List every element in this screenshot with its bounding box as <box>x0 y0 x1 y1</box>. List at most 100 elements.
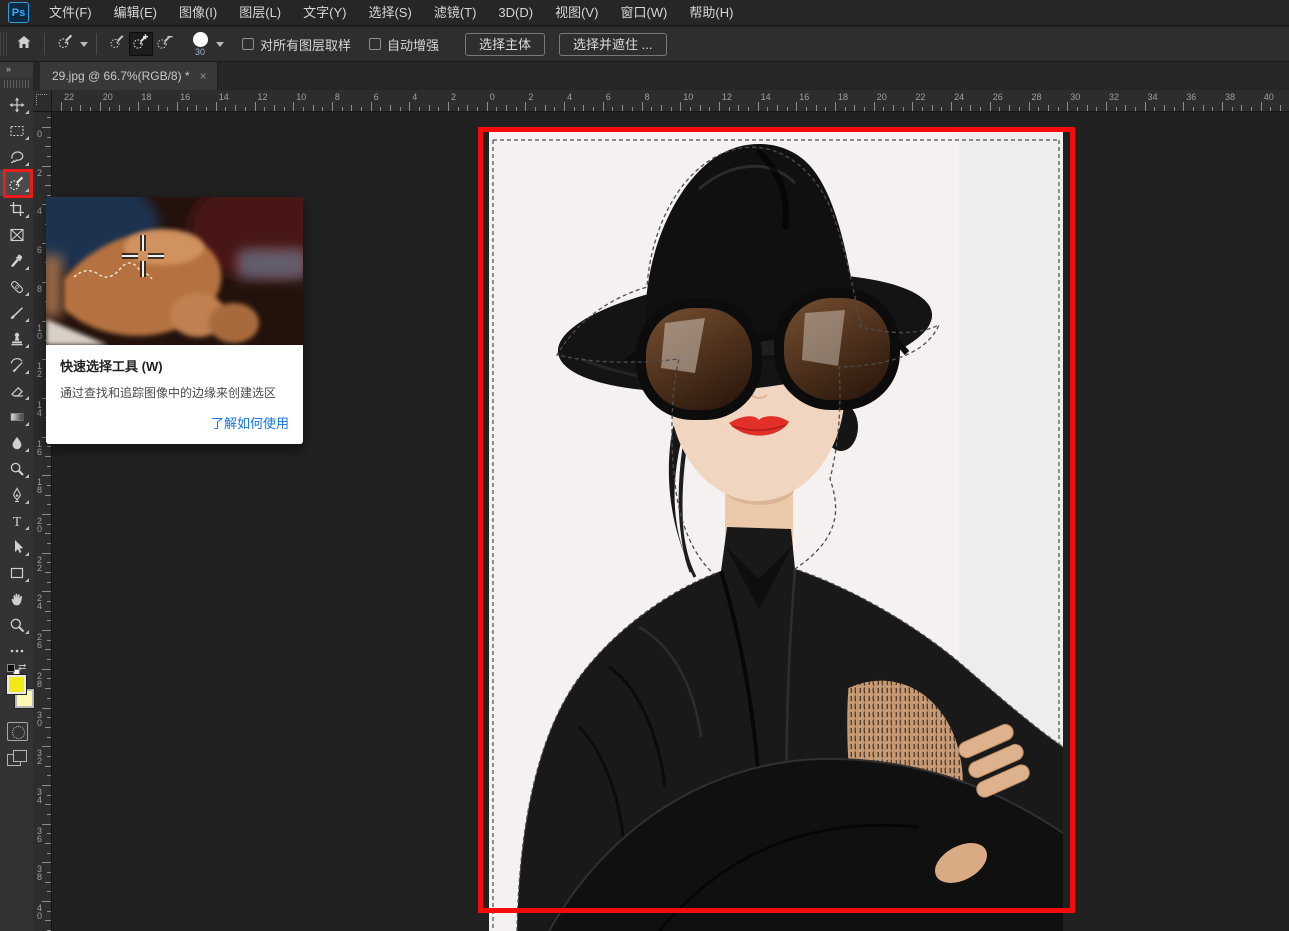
svg-text:T: T <box>12 515 21 529</box>
chevron-down-icon[interactable] <box>216 42 224 47</box>
move-icon <box>9 97 25 113</box>
chevron-down-icon[interactable] <box>80 42 88 47</box>
options-bar-grip[interactable] <box>0 32 8 56</box>
tool-lasso[interactable] <box>0 144 33 170</box>
home-button[interactable] <box>12 32 36 56</box>
menu-type[interactable]: 文字(Y) <box>292 0 357 26</box>
screen-mode-button[interactable] <box>7 750 28 769</box>
tool-gradient[interactable] <box>0 404 33 430</box>
ruler-origin-corner[interactable] <box>33 90 52 112</box>
marquee-icon <box>9 123 25 139</box>
double-chevron-right-icon: » <box>6 64 10 74</box>
foreground-color-swatch[interactable] <box>7 675 26 694</box>
tooltip-description: 通过查找和追踪图像中的边缘来创建选区 <box>60 384 289 401</box>
document-tab-title: 29.jpg @ 66.7%(RGB/8) * <box>52 69 190 83</box>
tool-move[interactable] <box>0 92 33 118</box>
auto-enhance-checkbox[interactable] <box>369 38 381 50</box>
tooltip-learn-link[interactable]: 了解如何使用 <box>60 413 289 432</box>
menu-3d[interactable]: 3D(D) <box>487 0 544 26</box>
tool-options-bar: 30 对所有图层取样 自动增强 选择主体 选择并遮住 ... <box>0 27 1289 62</box>
hand-icon <box>9 591 25 607</box>
menu-image[interactable]: 图像(I) <box>168 0 228 26</box>
tool-pen[interactable] <box>0 482 33 508</box>
menu-filter[interactable]: 滤镜(T) <box>423 0 488 26</box>
eyedropper-icon <box>9 253 25 269</box>
ellipsis-icon <box>9 643 25 659</box>
subtract-from-selection-icon <box>156 33 174 56</box>
magnifier-icon <box>9 617 25 633</box>
tool-path-selection[interactable] <box>0 534 33 560</box>
tool-rectangle-shape[interactable] <box>0 560 33 586</box>
brush-size-value: 30 <box>195 48 205 57</box>
brush-icon <box>9 305 25 321</box>
pen-icon <box>9 487 25 503</box>
tool-type[interactable]: T <box>0 508 33 534</box>
arrow-cursor-icon <box>9 539 25 555</box>
photoshop-logo: Ps <box>8 2 29 23</box>
auto-enhance-checkbox-group[interactable]: 自动增强 <box>369 35 439 54</box>
tool-crop[interactable] <box>0 196 33 222</box>
separator <box>96 33 97 55</box>
edit-toolbar-button[interactable] <box>0 638 33 664</box>
menu-select[interactable]: 选择(S) <box>357 0 422 26</box>
menu-window[interactable]: 窗口(W) <box>609 0 678 26</box>
document-tab-bar: 29.jpg @ 66.7%(RGB/8) * × <box>33 62 1289 90</box>
tooltip-title: 快速选择工具 (W) <box>60 356 289 375</box>
menu-help[interactable]: 帮助(H) <box>678 0 744 26</box>
quick-mask-mode-button[interactable] <box>7 722 28 741</box>
auto-enhance-label: 自动增强 <box>387 35 439 54</box>
tooltip-preview-image <box>46 197 303 345</box>
stamp-icon <box>9 331 25 347</box>
lasso-icon <box>9 149 25 165</box>
tool-dodge[interactable] <box>0 456 33 482</box>
toolbar-expand-button[interactable]: » <box>0 62 33 77</box>
document-tab[interactable]: 29.jpg @ 66.7%(RGB/8) * × <box>40 62 218 90</box>
menu-file[interactable]: 文件(F) <box>38 0 103 26</box>
tool-spot-healing-brush[interactable] <box>0 274 33 300</box>
rectangle-icon <box>9 565 25 581</box>
horizontal-ruler[interactable]: 2220181614121086420246810121416182022242… <box>52 90 1289 112</box>
menu-edit[interactable]: 编辑(E) <box>103 0 168 26</box>
tutorial-highlight-box <box>3 169 33 198</box>
menu-view[interactable]: 视图(V) <box>544 0 609 26</box>
tool-eyedropper[interactable] <box>0 248 33 274</box>
tool-zoom[interactable] <box>0 612 33 638</box>
sample-all-layers-checkbox-group[interactable]: 对所有图层取样 <box>242 35 351 54</box>
brush-size-picker[interactable]: 30 <box>187 32 213 57</box>
close-icon[interactable]: × <box>200 70 207 82</box>
toolbar-grip[interactable] <box>4 80 29 88</box>
new-selection-mode-button[interactable] <box>105 32 129 56</box>
select-subject-button[interactable]: 选择主体 <box>465 33 545 56</box>
add-to-selection-mode-button[interactable] <box>129 32 153 56</box>
eraser-icon <box>9 383 25 399</box>
crop-icon <box>9 201 25 217</box>
gradient-icon <box>9 409 25 425</box>
bandage-icon <box>9 279 25 295</box>
select-and-mask-button[interactable]: 选择并遮住 ... <box>559 33 666 56</box>
tool-blur[interactable] <box>0 430 33 456</box>
tool-history-brush[interactable] <box>0 352 33 378</box>
subtract-from-selection-mode-button[interactable] <box>153 32 177 56</box>
quick-selection-tool-icon <box>57 33 74 55</box>
tool-clone-stamp[interactable] <box>0 326 33 352</box>
photoshop-window: Ps 文件(F) 编辑(E) 图像(I) 图层(L) 文字(Y) 选择(S) 滤… <box>0 0 1289 931</box>
tool-brush[interactable] <box>0 300 33 326</box>
frame-icon <box>9 227 25 243</box>
separator <box>44 33 45 55</box>
history-brush-icon <box>9 357 25 373</box>
brush-preview-circle <box>193 32 208 47</box>
menu-layer[interactable]: 图层(L) <box>228 0 292 26</box>
highlight-rectangle <box>478 127 1075 913</box>
home-icon <box>16 34 32 55</box>
swap-colors-icon[interactable]: ⇄ <box>18 662 26 673</box>
tool-frame[interactable] <box>0 222 33 248</box>
dodge-icon <box>9 461 25 477</box>
water-drop-icon <box>9 435 25 451</box>
tool-preset-picker[interactable] <box>53 32 77 56</box>
tool-hand[interactable] <box>0 586 33 612</box>
sample-all-layers-label: 对所有图层取样 <box>260 35 351 54</box>
tool-tooltip: 快速选择工具 (W) 通过查找和追踪图像中的边缘来创建选区 了解如何使用 <box>46 197 303 444</box>
sample-all-layers-checkbox[interactable] <box>242 38 254 50</box>
tool-rectangular-marquee[interactable] <box>0 118 33 144</box>
tool-eraser[interactable] <box>0 378 33 404</box>
